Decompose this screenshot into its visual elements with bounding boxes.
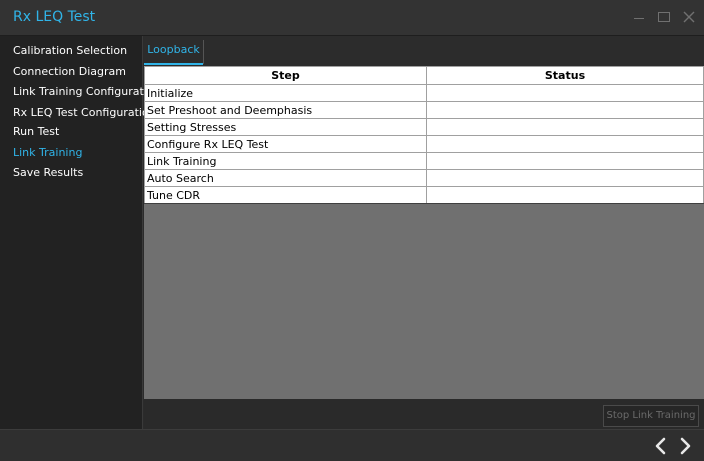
step-cell: Initialize bbox=[144, 84, 427, 102]
table-row[interactable]: Link Training bbox=[144, 152, 704, 170]
maximize-icon bbox=[658, 12, 670, 22]
table-row[interactable]: Set Preshoot and Deemphasis bbox=[144, 101, 704, 119]
title-bar: Rx LEQ Test bbox=[0, 0, 704, 36]
table-header-row: Step Status bbox=[144, 66, 704, 85]
step-cell: Set Preshoot and Deemphasis bbox=[144, 101, 427, 119]
close-icon bbox=[683, 11, 695, 23]
minimize-icon bbox=[634, 18, 644, 19]
minimize-button[interactable] bbox=[630, 8, 648, 26]
step-cell: Link Training bbox=[144, 152, 427, 170]
tab-divider bbox=[203, 40, 204, 64]
sidebar-item-link-training[interactable]: Link Training bbox=[13, 143, 82, 163]
status-cell bbox=[426, 84, 704, 102]
step-cell: Auto Search bbox=[144, 169, 427, 187]
steps-table: Step Status Initialize Set Preshoot and … bbox=[144, 66, 704, 204]
step-cell: Setting Stresses bbox=[144, 118, 427, 136]
sidebar-item-link-training-configuration[interactable]: Link Training Configuration bbox=[13, 82, 161, 102]
sidebar-item-save-results[interactable]: Save Results bbox=[13, 163, 83, 183]
column-header-step[interactable]: Step bbox=[144, 66, 427, 85]
column-header-status[interactable]: Status bbox=[426, 66, 704, 85]
sidebar-item-run-test[interactable]: Run Test bbox=[13, 122, 59, 142]
table-row[interactable]: Setting Stresses bbox=[144, 118, 704, 136]
table-row[interactable]: Initialize bbox=[144, 84, 704, 102]
table-row[interactable]: Auto Search bbox=[144, 169, 704, 187]
close-button[interactable] bbox=[680, 8, 698, 26]
status-cell bbox=[426, 152, 704, 170]
status-cell bbox=[426, 169, 704, 187]
status-cell bbox=[426, 186, 704, 204]
step-cell: Tune CDR bbox=[144, 186, 427, 204]
chevron-left-icon bbox=[655, 437, 666, 455]
footer-bar bbox=[0, 429, 704, 461]
status-cell bbox=[426, 101, 704, 119]
sidebar-item-calibration-selection[interactable]: Calibration Selection bbox=[13, 41, 127, 61]
previous-button[interactable] bbox=[652, 436, 670, 456]
tab-loopback[interactable]: Loopback bbox=[144, 36, 203, 65]
action-bar: Stop Link Training bbox=[144, 399, 704, 429]
app-title: Rx LEQ Test bbox=[13, 9, 96, 25]
maximize-button[interactable] bbox=[655, 8, 673, 26]
table-row[interactable]: Configure Rx LEQ Test bbox=[144, 135, 704, 153]
main-panel: Loopback Step Status Initialize Set Pres… bbox=[144, 36, 704, 429]
sidebar-nav: Calibration Selection Connection Diagram… bbox=[0, 36, 161, 429]
chevron-right-icon bbox=[680, 437, 691, 455]
steps-grid: Step Status Initialize Set Preshoot and … bbox=[144, 66, 704, 399]
stop-link-training-button[interactable]: Stop Link Training bbox=[603, 405, 699, 427]
status-cell bbox=[426, 118, 704, 136]
table-row[interactable]: Tune CDR bbox=[144, 186, 704, 204]
status-cell bbox=[426, 135, 704, 153]
sidebar-item-rx-leq-test-configuration[interactable]: Rx LEQ Test Configuration bbox=[13, 103, 156, 123]
step-cell: Configure Rx LEQ Test bbox=[144, 135, 427, 153]
next-button[interactable] bbox=[676, 436, 694, 456]
sidebar-item-connection-diagram[interactable]: Connection Diagram bbox=[13, 62, 126, 82]
